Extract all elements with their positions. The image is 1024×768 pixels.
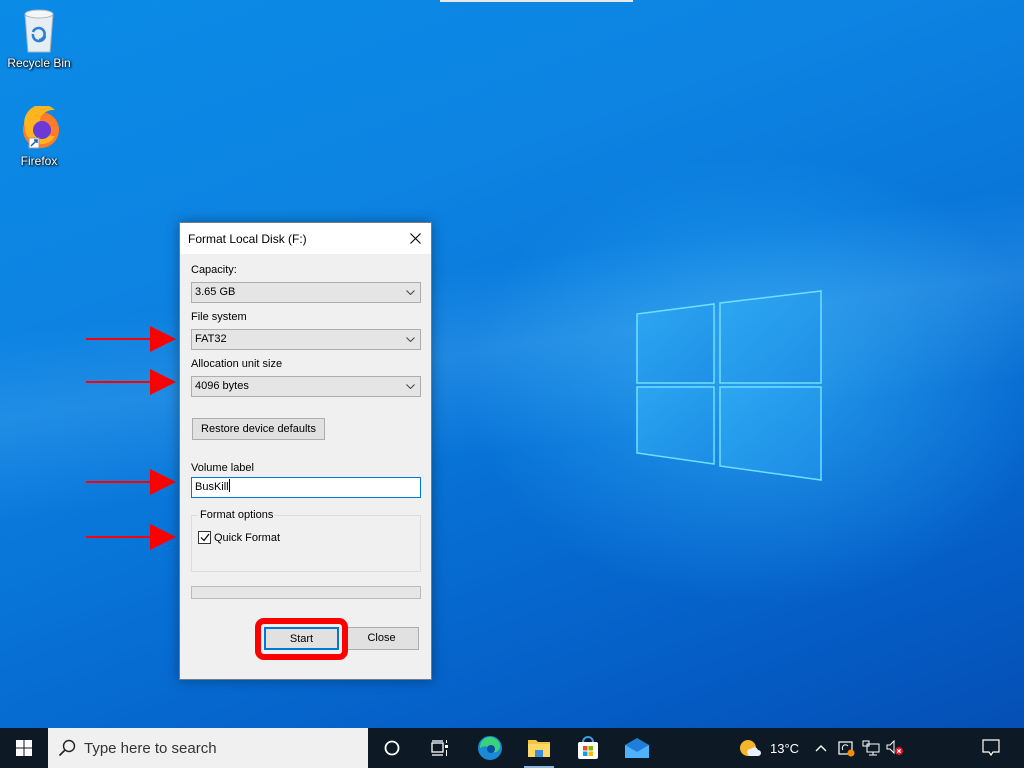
microsoft-store-icon bbox=[578, 736, 598, 759]
annotation-arrow-volume-label bbox=[86, 469, 176, 495]
dialog-titlebar: Format Local Disk (F:) bbox=[180, 223, 431, 254]
edge-icon bbox=[478, 736, 502, 760]
notification-icon bbox=[982, 739, 1000, 757]
taskbar-search-box[interactable]: Type here to search bbox=[48, 728, 368, 768]
capacity-value: 3.65 GB bbox=[195, 286, 236, 298]
mail-icon bbox=[625, 738, 649, 758]
checkmark-icon bbox=[200, 533, 209, 542]
chevron-down-icon bbox=[406, 337, 415, 342]
close-button[interactable]: Close bbox=[344, 627, 419, 650]
volume-label-input[interactable]: BusKill bbox=[191, 477, 421, 498]
mail-button[interactable] bbox=[613, 728, 661, 768]
cortana-icon bbox=[384, 740, 400, 756]
weather-temperature: 13°C bbox=[770, 740, 800, 756]
annotation-arrow-allocation bbox=[86, 369, 176, 395]
search-icon bbox=[58, 739, 76, 757]
capacity-label: Capacity: bbox=[191, 264, 237, 276]
desktop-icon-label: Firefox bbox=[20, 154, 58, 168]
task-view-icon bbox=[431, 740, 448, 756]
recycle-bin-icon bbox=[24, 9, 54, 53]
capacity-dropdown[interactable]: 3.65 GB bbox=[191, 282, 421, 303]
windows-start-icon bbox=[16, 740, 32, 756]
volume-button[interactable] bbox=[886, 728, 904, 768]
tray-sync-button[interactable] bbox=[838, 728, 856, 768]
action-center-button[interactable] bbox=[982, 728, 1000, 768]
desktop-icon-recycle-bin[interactable]: Recycle Bin bbox=[1, 8, 77, 70]
dialog-close-button[interactable] bbox=[399, 223, 431, 254]
edge-button[interactable] bbox=[466, 728, 514, 768]
text-caret bbox=[228, 479, 230, 492]
desktop-icon-firefox[interactable]: Firefox bbox=[1, 106, 77, 168]
show-hidden-icons-button[interactable] bbox=[815, 728, 827, 768]
file-system-value: FAT32 bbox=[195, 333, 227, 345]
weather-widget[interactable]: 13°C bbox=[738, 728, 799, 768]
chevron-up-icon bbox=[815, 745, 827, 752]
allocation-unit-label: Allocation unit size bbox=[191, 358, 283, 370]
file-system-label: File system bbox=[191, 311, 247, 323]
wallpaper-light-beam bbox=[0, 0, 1024, 728]
volume-muted-icon bbox=[886, 740, 903, 755]
annotation-arrow-quick-format bbox=[86, 524, 176, 550]
firefox-icon bbox=[23, 106, 59, 149]
format-options-label: Format options bbox=[198, 509, 276, 521]
allocation-unit-value: 4096 bytes bbox=[195, 380, 249, 392]
cortana-button[interactable] bbox=[368, 728, 416, 768]
quick-format-checkbox[interactable]: Quick Format bbox=[198, 531, 280, 544]
search-placeholder: Type here to search bbox=[84, 739, 217, 757]
task-view-button[interactable] bbox=[416, 728, 464, 768]
format-dialog: Format Local Disk (F:) Capacity: 3.65 GB… bbox=[179, 222, 432, 680]
volume-label-label: Volume label bbox=[191, 462, 254, 474]
network-icon bbox=[862, 740, 880, 756]
dialog-title: Format Local Disk (F:) bbox=[188, 231, 307, 246]
sync-alert-icon bbox=[838, 741, 855, 757]
network-button[interactable] bbox=[862, 728, 880, 768]
desktop: Recycle Bin Firefox Format Local Disk (F… bbox=[0, 0, 1024, 728]
top-edge-bar bbox=[440, 0, 633, 2]
annotation-arrow-file-system bbox=[86, 326, 176, 352]
format-progress-bar bbox=[191, 586, 421, 599]
restore-defaults-button[interactable]: Restore device defaults bbox=[192, 418, 325, 440]
volume-label-value: BusKill bbox=[195, 481, 229, 493]
file-system-dropdown[interactable]: FAT32 bbox=[191, 329, 421, 350]
checkbox-box[interactable] bbox=[198, 531, 211, 544]
chevron-down-icon bbox=[406, 384, 415, 389]
microsoft-store-button[interactable] bbox=[564, 728, 612, 768]
format-options-group: Format options Quick Format bbox=[191, 509, 421, 572]
windows-logo-wallpaper bbox=[636, 290, 822, 481]
chevron-down-icon bbox=[406, 290, 415, 295]
taskbar: Type here to search 13°C bbox=[0, 728, 1024, 768]
start-button-taskbar[interactable] bbox=[0, 728, 48, 768]
allocation-unit-dropdown[interactable]: 4096 bytes bbox=[191, 376, 421, 397]
quick-format-label: Quick Format bbox=[214, 531, 281, 544]
file-explorer-icon bbox=[528, 740, 550, 757]
start-button[interactable]: Start bbox=[264, 627, 339, 650]
file-explorer-button[interactable] bbox=[515, 728, 563, 768]
weather-partly-cloudy-icon bbox=[740, 740, 761, 756]
close-icon bbox=[409, 233, 421, 244]
desktop-icon-label: Recycle Bin bbox=[7, 56, 71, 70]
